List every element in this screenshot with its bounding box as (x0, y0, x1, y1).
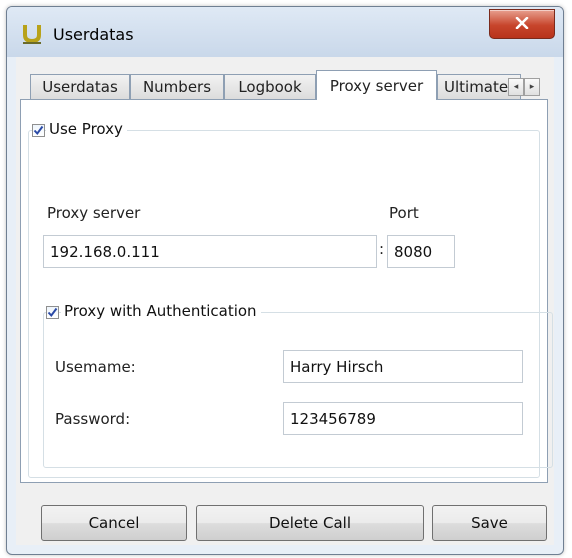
tab-userdatas[interactable]: Userdatas (30, 74, 130, 99)
tab-label: Userdatas (42, 78, 118, 96)
port-input[interactable]: 8080 (387, 235, 455, 268)
delete-call-button[interactable]: Delete Call (196, 505, 424, 541)
checkmark-icon (47, 304, 58, 322)
close-button[interactable] (489, 9, 555, 39)
tab-label: Logbook (238, 78, 302, 96)
tab-scroll-left-button[interactable]: ◂ (508, 78, 524, 96)
use-proxy-label: Use Proxy (46, 120, 127, 138)
userdatas-window: Userdatas Userdatas Numbers Logbook Prox… (6, 6, 564, 555)
username-label: Usemame: (55, 358, 136, 376)
tab-label: Numbers (142, 78, 212, 96)
tab-scroll-right-button[interactable]: ▸ (524, 78, 540, 96)
port-label: Port (389, 204, 419, 222)
tab-numbers[interactable]: Numbers (130, 74, 224, 99)
tab-label: Proxy server (329, 76, 424, 95)
chevron-left-icon: ◂ (513, 82, 519, 92)
save-button[interactable]: Save (432, 505, 547, 541)
proxy-server-label: Proxy server (47, 204, 141, 222)
proxy-server-input[interactable]: 192.168.0.111 (43, 235, 377, 268)
close-icon (515, 15, 529, 33)
window-title: Userdatas (53, 25, 134, 44)
proxy-auth-checkbox[interactable] (46, 306, 59, 319)
checkmark-icon (33, 122, 44, 140)
host-port-separator: : (379, 240, 385, 258)
password-input[interactable]: 123456789 (283, 402, 523, 435)
tab-label: Ultimate (444, 78, 509, 96)
use-proxy-checkbox[interactable] (32, 124, 45, 137)
cancel-button[interactable]: Cancel (41, 505, 187, 541)
proxy-server-tab-panel: Use Proxy Proxy server 192.168.0.111 : P… (20, 99, 553, 483)
u-logo-icon (21, 23, 43, 45)
tab-logbook[interactable]: Logbook (224, 74, 316, 99)
dialog-client-area: Userdatas Numbers Logbook Proxy server U… (16, 57, 554, 545)
chevron-right-icon: ▸ (529, 82, 535, 92)
username-input[interactable]: Harry Hirsch (283, 350, 523, 383)
authentication-group (43, 312, 553, 468)
password-label: Password: (55, 410, 131, 428)
title-bar[interactable]: Userdatas (7, 7, 563, 57)
proxy-auth-label: Proxy with Authentication (61, 302, 261, 320)
tab-proxy-server[interactable]: Proxy server (316, 70, 437, 100)
